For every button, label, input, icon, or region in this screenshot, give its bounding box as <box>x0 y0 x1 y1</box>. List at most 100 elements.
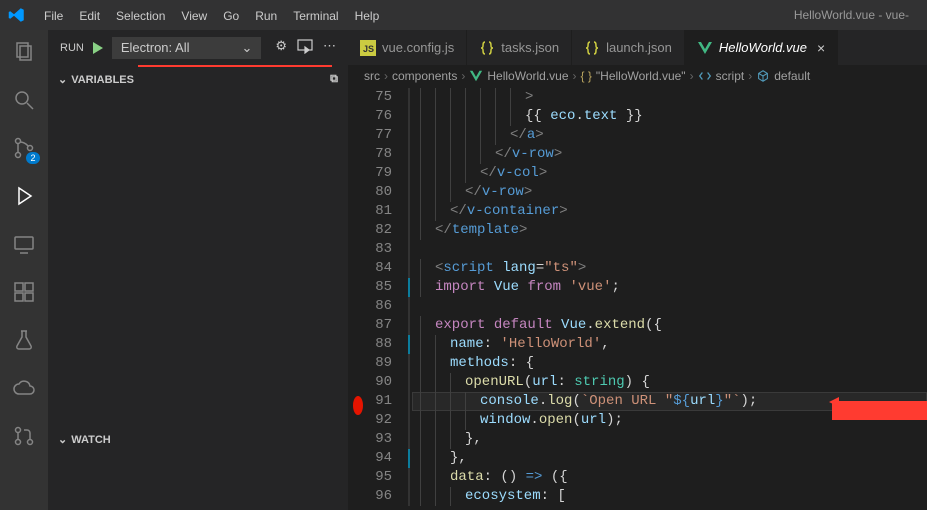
tab-tasks-json[interactable]: tasks.json <box>467 30 572 65</box>
code-line[interactable]: }, <box>420 449 927 468</box>
gear-icon[interactable]: ⚙ <box>275 38 287 57</box>
menubar-left: FileEditSelectionViewGoRunTerminalHelp <box>8 6 387 24</box>
menu-run[interactable]: Run <box>247 5 285 27</box>
script-icon <box>698 69 712 83</box>
line-number: 88 <box>368 335 392 354</box>
search-icon[interactable] <box>10 86 38 114</box>
breadcrumb[interactable]: src›components›HelloWorld.vue›{ }"HelloW… <box>348 65 927 88</box>
menu-view[interactable]: View <box>173 5 215 27</box>
breadcrumb-item[interactable]: "HelloWorld.vue" <box>596 69 686 83</box>
scm-icon[interactable]: 2 <box>10 134 38 162</box>
line-number: 92 <box>368 411 392 430</box>
annotation-underline <box>138 65 332 67</box>
line-number: 83 <box>368 240 392 259</box>
window-title: HelloWorld.vue - vue- <box>794 8 919 22</box>
menu-go[interactable]: Go <box>215 5 247 27</box>
code-line[interactable]: </v-row> <box>420 145 927 164</box>
tab-label: HelloWorld.vue <box>719 40 807 55</box>
line-number: 84 <box>368 259 392 278</box>
more-icon[interactable]: ⋯ <box>323 38 336 57</box>
extensions-icon[interactable] <box>10 278 38 306</box>
line-number: 81 <box>368 202 392 221</box>
code-line[interactable]: {{ eco.text }} <box>420 107 927 126</box>
debug-console-icon[interactable] <box>297 38 313 57</box>
scm-badge: 2 <box>26 152 40 164</box>
vue-icon <box>697 40 713 56</box>
breadcrumb-item[interactable]: HelloWorld.vue <box>487 69 568 83</box>
line-number: 87 <box>368 316 392 335</box>
code-line[interactable]: import Vue from 'vue'; <box>420 278 927 297</box>
line-number: 79 <box>368 164 392 183</box>
test-icon[interactable] <box>10 326 38 354</box>
tab-vue-config-js[interactable]: JSvue.config.js <box>348 30 467 65</box>
start-debug-button[interactable] <box>90 40 106 56</box>
code-lines[interactable]: >{{ eco.text }}</a></v-row></v-col></v-r… <box>412 88 927 510</box>
tab-label: tasks.json <box>501 40 559 55</box>
cloud-icon[interactable] <box>10 374 38 402</box>
breakpoint-gutter[interactable] <box>348 88 368 510</box>
code-line[interactable]: export default Vue.extend({ <box>420 316 927 335</box>
js-icon: JS <box>360 40 376 56</box>
line-number: 78 <box>368 145 392 164</box>
close-icon[interactable]: × <box>817 40 825 56</box>
menu-help[interactable]: Help <box>347 5 388 27</box>
remote-icon[interactable] <box>10 230 38 258</box>
menu-terminal[interactable]: Terminal <box>285 5 346 27</box>
code-line[interactable]: data: () => ({ <box>420 468 927 487</box>
code-line[interactable]: }, <box>420 430 927 449</box>
line-number: 96 <box>368 487 392 506</box>
code-line[interactable]: </template> <box>420 221 927 240</box>
tab-HelloWorld-vue[interactable]: HelloWorld.vue × <box>685 30 838 65</box>
variables-section[interactable]: ⌄VARIABLES ⧉ <box>48 69 348 90</box>
code-line[interactable]: name: 'HelloWorld', <box>420 335 927 354</box>
tab-launch-json[interactable]: launch.json <box>572 30 685 65</box>
json-icon: { } <box>581 69 592 83</box>
chevron-down-icon: ⌄ <box>58 433 67 446</box>
code-line[interactable] <box>420 240 927 259</box>
code-line[interactable]: </v-col> <box>420 164 927 183</box>
line-number: 89 <box>368 354 392 373</box>
editor-tabs: JSvue.config.jstasks.jsonlaunch.jsonHell… <box>348 30 927 65</box>
line-number: 86 <box>368 297 392 316</box>
line-number: 75 <box>368 88 392 107</box>
code-line[interactable] <box>420 297 927 316</box>
annotation-arrow <box>832 401 927 420</box>
code-line[interactable]: methods: { <box>420 354 927 373</box>
explorer-icon[interactable] <box>10 38 38 66</box>
run-debug-icon[interactable] <box>10 182 38 210</box>
breadcrumb-item[interactable]: script <box>716 69 745 83</box>
code-line[interactable]: > <box>420 88 927 107</box>
code-line[interactable]: </a> <box>420 126 927 145</box>
watch-label: WATCH <box>71 434 111 446</box>
code-line[interactable]: openURL(url: string) { <box>420 373 927 392</box>
menubar: FileEditSelectionViewGoRunTerminalHelp H… <box>0 0 927 30</box>
svg-text:JS: JS <box>363 44 374 54</box>
line-number: 77 <box>368 126 392 145</box>
menu-edit[interactable]: Edit <box>71 5 108 27</box>
code-line[interactable]: ecosystem: [ <box>420 487 927 506</box>
line-number: 95 <box>368 468 392 487</box>
line-number-gutter: 7576777879808182838485868788899091929394… <box>368 88 406 510</box>
chevron-down-icon: ⌄ <box>241 40 252 56</box>
menu-selection[interactable]: Selection <box>108 5 173 27</box>
code-line[interactable]: </v-container> <box>420 202 927 221</box>
breakpoint-icon[interactable] <box>353 396 363 415</box>
run-label: RUN <box>60 42 84 54</box>
watch-section[interactable]: ⌄ WATCH <box>48 429 348 450</box>
chevron-down-icon: ⌄ <box>58 73 67 86</box>
line-number: 82 <box>368 221 392 240</box>
code-line[interactable]: </v-row> <box>420 183 927 202</box>
json-icon <box>479 40 495 56</box>
breadcrumb-item[interactable]: components <box>392 69 457 83</box>
breadcrumb-item[interactable]: default <box>774 69 810 83</box>
pull-request-icon[interactable] <box>10 422 38 450</box>
code-editor[interactable]: 7576777879808182838485868788899091929394… <box>348 88 927 510</box>
copy-icon[interactable]: ⧉ <box>330 73 338 86</box>
json-icon <box>584 40 600 56</box>
line-number: 94 <box>368 449 392 468</box>
line-number: 91 <box>368 392 392 411</box>
code-line[interactable]: <script lang="ts"> <box>420 259 927 278</box>
breadcrumb-item[interactable]: src <box>364 69 380 83</box>
menu-file[interactable]: File <box>36 5 71 27</box>
debug-config-select[interactable]: Electron: All ⌄ <box>112 37 262 59</box>
